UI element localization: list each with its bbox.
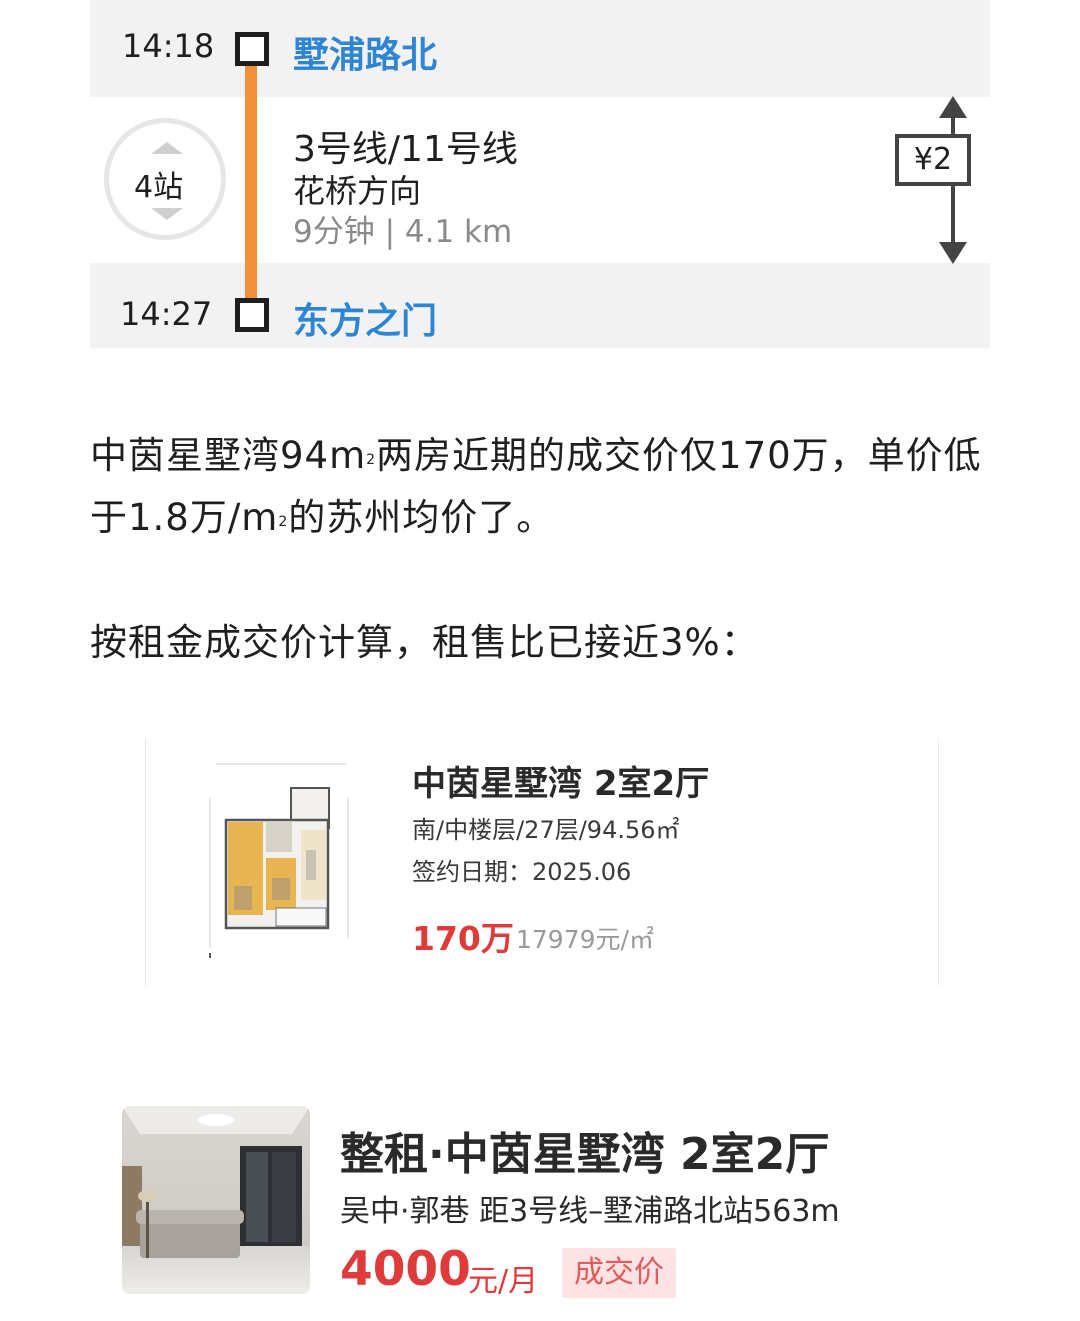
stops-count: 4站 [134,170,184,205]
departure-station-marker [235,32,269,66]
sold-listing-card[interactable]: 中茵星墅湾 2室2厅 南/中楼层/27层/94.56㎡ 签约日期：2025.06… [145,738,939,986]
deal-price-badge: 成交价 [562,1248,676,1298]
superscript: 2 [278,514,289,530]
arrival-row [90,263,990,348]
arrow-up-icon [939,96,967,118]
metro-line-bar [245,66,257,298]
listing-title: 整租·中茵星墅湾 2室2厅 [340,1129,830,1180]
signing-date: 签约日期：2025.06 [412,858,632,886]
unit-price: 17979元/㎡ [516,925,654,954]
paragraph-text: 中茵星墅湾94m [90,434,367,477]
rent-listing-card[interactable]: 整租·中茵星墅湾 2室2厅 吴中·郭巷 距3号线–墅浦路北站563m 4000 … [122,1106,982,1299]
segment-duration: 9分钟 | 4.1 km [293,214,513,250]
sold-price: 170万 [412,919,514,958]
line-name: 3号线/11号线 [293,129,518,170]
arrival-station-marker [235,298,269,332]
chevron-down-icon [151,208,183,220]
superscript: 2 [366,452,377,468]
departure-station-name[interactable]: 墅浦路北 [293,26,437,78]
listing-title: 中茵星墅湾 2室2厅 [412,764,710,804]
listing-location: 吴中·郭巷 距3号线–墅浦路北站563m [340,1194,840,1229]
rent-price-unit: 元/月 [468,1264,539,1299]
floorplan-image [206,758,356,958]
arrow-down-icon [939,242,967,264]
arrival-time: 14:27 [120,295,213,333]
article-paragraph: 中茵星墅湾94m2两房近期的成交价仅170万，单价低于1.8万/m2的苏州均价了… [90,425,990,549]
living-room-photo [122,1106,310,1294]
listing-meta: 南/中楼层/27层/94.56㎡ [412,816,680,844]
article-paragraph: 按租金成交价计算，租售比已接近3%： [90,621,759,664]
departure-row [90,0,990,97]
arrival-station-name[interactable]: 东方之门 [293,292,437,344]
rent-price: 4000 [340,1242,471,1297]
metro-route-card[interactable]: 14:18 墅浦路北 4站 3号线/11号线 花桥方向 9分钟 | 4.1 km… [90,0,990,348]
chevron-up-icon [151,142,183,154]
departure-time: 14:18 [122,27,215,65]
paragraph-text: 的苏州均价了。 [288,496,555,539]
fare-badge: ¥2 [895,134,971,186]
